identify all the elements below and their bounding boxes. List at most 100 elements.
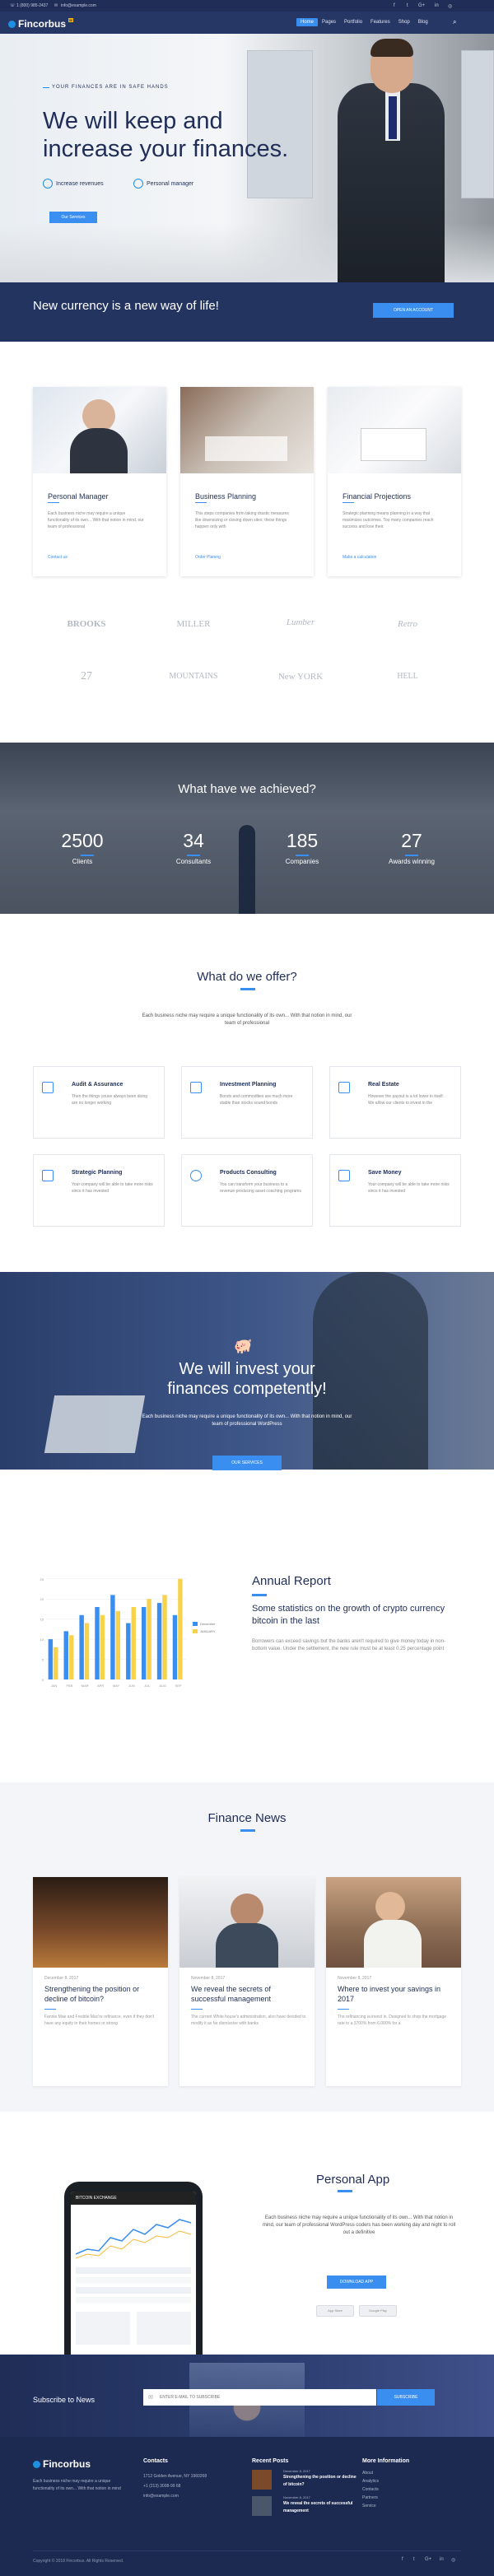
nav-blog[interactable]: Blog [414,18,432,26]
offer-card[interactable]: Audit & Assurance Then the things youve a… [33,1066,165,1139]
copyright: Copyright © 2018 Fincorbus. All Rights R… [33,2559,124,2564]
footer-about: Each business niche may require a unique… [33,2479,121,2491]
news-title: Finance News [207,1811,287,1825]
hero-subtitle: YOUR FINANCES ARE IN SAFE HANDS [43,85,169,90]
topbar-phone: 1 (800) 985-2437 [16,3,49,8]
title-underline [240,1829,255,1832]
card-text: Each business niche may require a unique… [48,511,144,529]
nav-home[interactable]: Home [296,18,319,26]
subscribe-title: Subscribe to News [33,2396,96,2404]
download-app-button[interactable]: DOWNLOAD APP [327,2276,386,2289]
top-bar: ☏ 1 (800) 985-2437 ✉ info@example.com f … [0,0,494,12]
banner-text: New currency is a new way of life! [33,299,219,313]
stats-title: What have we achieved? [178,782,316,796]
nav-pages[interactable]: Pages [318,18,340,26]
twitter-icon[interactable]: t [407,3,408,8]
service-card: Business Planning This steps companies f… [180,387,314,576]
y-tick-label: 15 [40,1618,44,1622]
globe-icon [190,1170,202,1181]
post-thumbnail[interactable] [252,2470,272,2490]
bar-0 [95,1607,100,1679]
facebook-icon[interactable]: f [402,2557,403,2562]
title-underline [195,502,207,503]
stats-section: What have we achieved? 2500 Clients 34 C… [0,743,494,914]
title-underline [338,2190,352,2192]
linkedin-icon[interactable]: in [440,2557,444,2562]
news-headline[interactable]: Strengthening the position or decline of… [44,1984,160,2004]
facebook-icon[interactable]: f [394,3,395,8]
subscribe-button[interactable]: SUBSCRIBE [377,2389,435,2406]
subscribe-email-input[interactable] [143,2389,376,2406]
mail-icon: ✉ [148,2395,153,2401]
footer-contacts-title: Contacts [143,2458,168,2464]
phone-screen: BITCOIN EXCHANGE [71,2192,196,2355]
footer-link-analytics[interactable]: Analytics [362,2478,379,2485]
topbar-email[interactable]: info@example.com [61,3,96,8]
news-headline[interactable]: We reveal the secrets of successful mana… [191,1984,306,2004]
x-tick-label: MAY [113,1684,120,1688]
nav-portfolio[interactable]: Portfolio [340,18,366,26]
stat-underline [405,855,418,856]
brand-logo: 27 [81,670,92,682]
news-card[interactable]: November 8, 2017 Where to invest your sa… [326,1877,461,2086]
footer-link-service[interactable]: Service [362,2503,376,2510]
news-card[interactable]: November 8, 2017 We reveal the secrets o… [179,1877,315,2086]
our-services-button[interactable]: OUR SERVICES [212,1456,282,1470]
footer-post-link[interactable]: Strengthening the position or decline of… [283,2474,357,2489]
footer-logo[interactable]: Fincorbus [33,2458,91,2470]
phone-panel [76,2312,130,2345]
instagram-icon[interactable]: ◎ [451,2557,455,2563]
stat-number: 27 [401,830,422,851]
x-tick-label: JUL [144,1684,151,1688]
linkedin-icon[interactable]: in [435,3,439,8]
footer-link-partners[interactable]: Partners [362,2494,378,2502]
stat-underline [296,855,309,856]
search-icon[interactable]: ⌕ [453,18,456,26]
offer-card[interactable]: Products Consulting You can transform you… [181,1154,313,1227]
report-title: Annual Report [252,1574,331,1588]
offer-card[interactable]: Investment Planning Bonds and commodities… [181,1066,313,1139]
instagram-icon[interactable]: ◎ [448,3,452,9]
logo-icon [33,2460,40,2468]
site-logo[interactable]: Fincorbus W [8,17,73,30]
contact-us-link[interactable]: Contact us [48,555,68,560]
bar-1 [178,1578,183,1679]
offer-card[interactable]: Save Money Your company will be able to t… [329,1154,461,1227]
offer-card[interactable]: Strategic Planning Your company will be a… [33,1154,165,1227]
news-card[interactable]: December 8, 2017 Strengthening the posit… [33,1877,168,2086]
stat-underline [81,855,94,856]
footer-post-link[interactable]: We reveal the secrets of successful mana… [283,2500,357,2515]
bar-0 [126,1623,131,1679]
bar-1 [131,1607,136,1679]
service-card: Financial Projections Strategic planning… [328,387,461,576]
cta-banner: New currency is a new way of life! OPEN … [0,282,494,342]
post-thumbnail[interactable] [252,2496,272,2516]
y-tick-label: 20 [40,1597,44,1601]
open-account-button[interactable]: OPEN AN ACCOUNT [373,303,454,318]
our-services-button[interactable]: Our Services [49,212,97,223]
google-play-badge[interactable]: Google Play [359,2305,397,2317]
nav-features[interactable]: Features [366,18,394,26]
footer-email[interactable]: info@example.com [143,2493,179,2500]
stat-number: 185 [286,830,319,851]
app-desc: Each business niche may require a unique… [262,2215,456,2235]
footer-link-about[interactable]: About [362,2470,373,2477]
hero-window [461,50,494,198]
news-headline[interactable]: Where to invest your savings in 2017 [338,1984,453,2004]
nav-shop[interactable]: Shop [394,18,414,26]
bar-0 [63,1631,68,1679]
app-store-badge[interactable]: App Store [316,2305,354,2317]
footer-phone: +1 (213) 3008-99 68 [143,2484,181,2489]
google-plus-icon[interactable]: G+ [425,2557,431,2562]
footer-link-contacts[interactable]: Contacts [362,2486,379,2494]
bar-0 [79,1614,84,1679]
offer-desc: Each business niche may require a unique… [142,1013,352,1026]
google-plus-icon[interactable]: G+ [418,3,425,8]
order-planning-link[interactable]: Order Planing [195,555,221,560]
offer-card[interactable]: Real Estate However the payout is a lot l… [329,1066,461,1139]
twitter-icon[interactable]: t [413,2557,415,2562]
service-image [180,387,314,473]
make-calculation-link[interactable]: Make a calculation [343,555,376,560]
bank-icon [190,1082,202,1093]
x-tick-label: SEP [175,1684,182,1688]
